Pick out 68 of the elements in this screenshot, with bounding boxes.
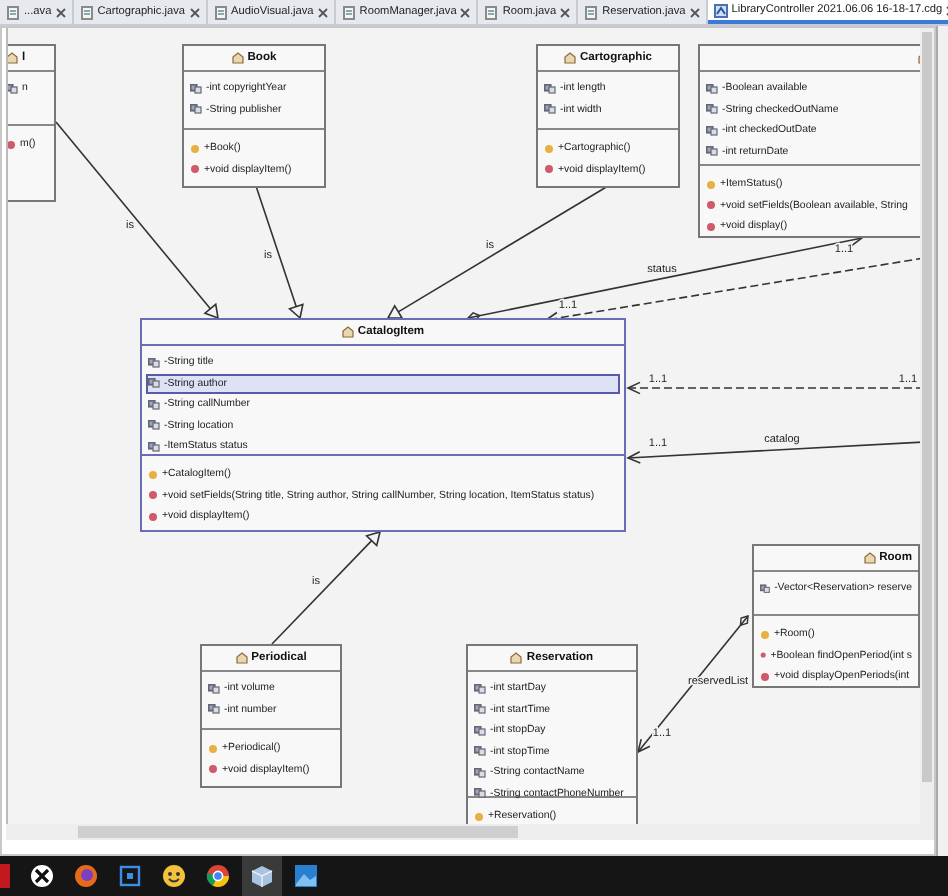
inheritance-arrow — [271, 530, 382, 645]
field-icon — [8, 83, 18, 94]
class-icon — [863, 552, 876, 564]
field-icon — [474, 704, 486, 715]
method-icon — [208, 764, 218, 775]
method-icon — [8, 139, 16, 150]
constructor-icon — [544, 143, 554, 154]
field-icon — [208, 683, 220, 694]
constructor-icon — [474, 811, 484, 822]
field-icon — [706, 83, 718, 94]
constructor-icon — [208, 743, 218, 754]
field-icon — [474, 746, 486, 757]
file-icon — [484, 5, 499, 19]
field-icon — [148, 378, 160, 389]
file-icon — [341, 5, 356, 19]
picture-icon[interactable] — [294, 864, 318, 888]
constructor-icon — [760, 629, 770, 640]
field-icon — [544, 83, 556, 94]
constructor-icon — [190, 143, 200, 154]
field-icon — [148, 357, 160, 368]
close-icon[interactable] — [560, 7, 571, 17]
smiley-face-icon[interactable] — [162, 864, 186, 888]
field-icon — [474, 725, 486, 736]
field-icon — [706, 104, 718, 115]
field-icon — [706, 125, 718, 136]
vertical-scrollbar[interactable] — [920, 28, 934, 840]
active-app-button[interactable] — [242, 856, 282, 896]
method-icon — [544, 164, 554, 175]
close-icon[interactable] — [189, 7, 200, 17]
field-icon — [148, 420, 160, 431]
class-icon — [510, 652, 523, 664]
class-icon — [341, 326, 354, 338]
class-icon — [563, 52, 576, 64]
horizontal-scrollbar[interactable] — [6, 824, 920, 840]
field-icon — [148, 399, 160, 410]
file-icon — [213, 5, 228, 19]
close-icon[interactable] — [689, 7, 700, 17]
close-icon[interactable] — [460, 7, 471, 17]
field-icon — [544, 104, 556, 115]
inheritance-arrow — [255, 185, 304, 320]
browser-logo-icon[interactable] — [206, 864, 230, 888]
constructor-icon — [706, 179, 716, 190]
method-icon — [190, 164, 200, 175]
close-icon[interactable] — [317, 7, 328, 17]
class-box[interactable] — [140, 318, 626, 532]
file-icon — [79, 5, 94, 19]
field-icon — [474, 788, 486, 799]
field-icon — [208, 704, 220, 715]
field-icon — [190, 104, 202, 115]
class-icon — [231, 52, 244, 64]
x-circle-icon[interactable] — [30, 864, 54, 888]
globe-icon[interactable] — [74, 864, 98, 888]
window-icon[interactable] — [118, 864, 142, 888]
file-icon — [584, 5, 599, 19]
field-icon — [474, 683, 486, 694]
diagram-file-icon — [713, 3, 728, 17]
field-icon — [706, 146, 718, 157]
constructor-icon — [148, 469, 158, 480]
field-icon — [474, 767, 486, 778]
association-arrow — [636, 615, 749, 754]
field-icon — [148, 441, 160, 452]
file-icon — [6, 5, 20, 19]
cube-icon — [250, 864, 274, 888]
class-icon — [8, 52, 18, 64]
field-icon — [190, 83, 202, 94]
field-icon — [760, 583, 771, 594]
class-icon — [235, 652, 248, 664]
close-icon[interactable] — [55, 7, 66, 17]
